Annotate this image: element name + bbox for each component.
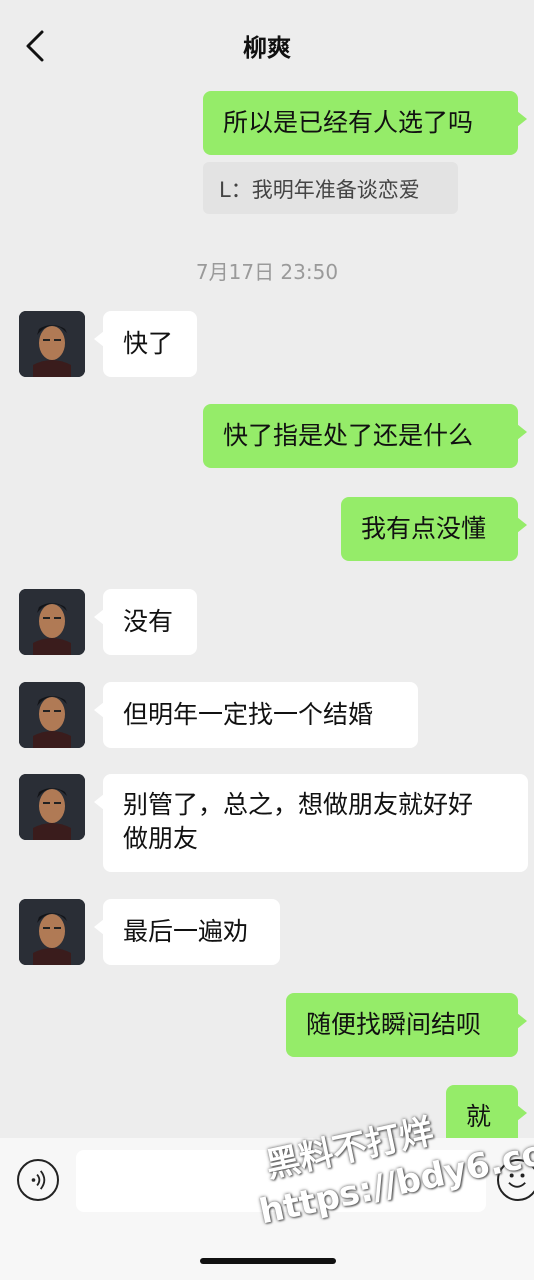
sent-message[interactable]: 我有点没懂	[341, 497, 527, 561]
message-text: 我有点没懂	[361, 514, 487, 543]
message-text: 所以是已经有人选了吗	[223, 108, 474, 137]
avatar-portrait-icon	[19, 589, 85, 655]
message-text: 随便找瞬间结呗	[306, 1010, 482, 1039]
received-message[interactable]: 但明年一定找一个结婚	[94, 682, 418, 748]
message-text: 快了指是处了还是什么	[223, 421, 474, 450]
avatar-portrait-icon	[19, 682, 85, 748]
voice-icon[interactable]	[17, 1159, 59, 1201]
message-text: 没有	[123, 607, 174, 636]
message-text: 但明年一定找一个结婚	[123, 700, 374, 729]
home-indicator[interactable]	[200, 1258, 336, 1264]
contact-avatar[interactable]	[19, 311, 85, 377]
timestamp: 7月17日 23:50	[195, 260, 339, 284]
received-message[interactable]: 最后一遍劝	[94, 899, 280, 965]
message-text: 最后一遍劝	[123, 917, 249, 946]
message-text: 快了	[123, 329, 174, 358]
chat-title: 柳爽	[243, 34, 291, 62]
avatar-portrait-icon	[19, 774, 85, 840]
quoted-reply[interactable]: L：我明年准备谈恋爱	[203, 162, 458, 214]
received-message[interactable]: 别管了，总之，想做朋友就好好 做朋友	[94, 774, 528, 872]
contact-avatar[interactable]	[19, 899, 85, 965]
contact-avatar[interactable]	[19, 774, 85, 840]
message-text-line: 做朋友	[123, 824, 199, 853]
quote-text: L：我明年准备谈恋爱	[219, 178, 420, 202]
sent-message[interactable]: 快了指是处了还是什么	[203, 404, 527, 468]
received-message[interactable]: 没有	[94, 589, 197, 655]
avatar-portrait-icon	[19, 899, 85, 965]
chat-header: 柳爽	[0, 0, 534, 92]
avatar-portrait-icon	[19, 311, 85, 377]
contact-avatar[interactable]	[19, 682, 85, 748]
sent-message[interactable]: 所以是已经有人选了吗	[203, 91, 527, 155]
message-text-line: 别管了，总之，想做朋友就好好	[123, 790, 474, 819]
received-message[interactable]: 快了	[94, 311, 197, 377]
contact-avatar[interactable]	[19, 589, 85, 655]
sent-message[interactable]: 随便找瞬间结呗	[286, 993, 527, 1057]
